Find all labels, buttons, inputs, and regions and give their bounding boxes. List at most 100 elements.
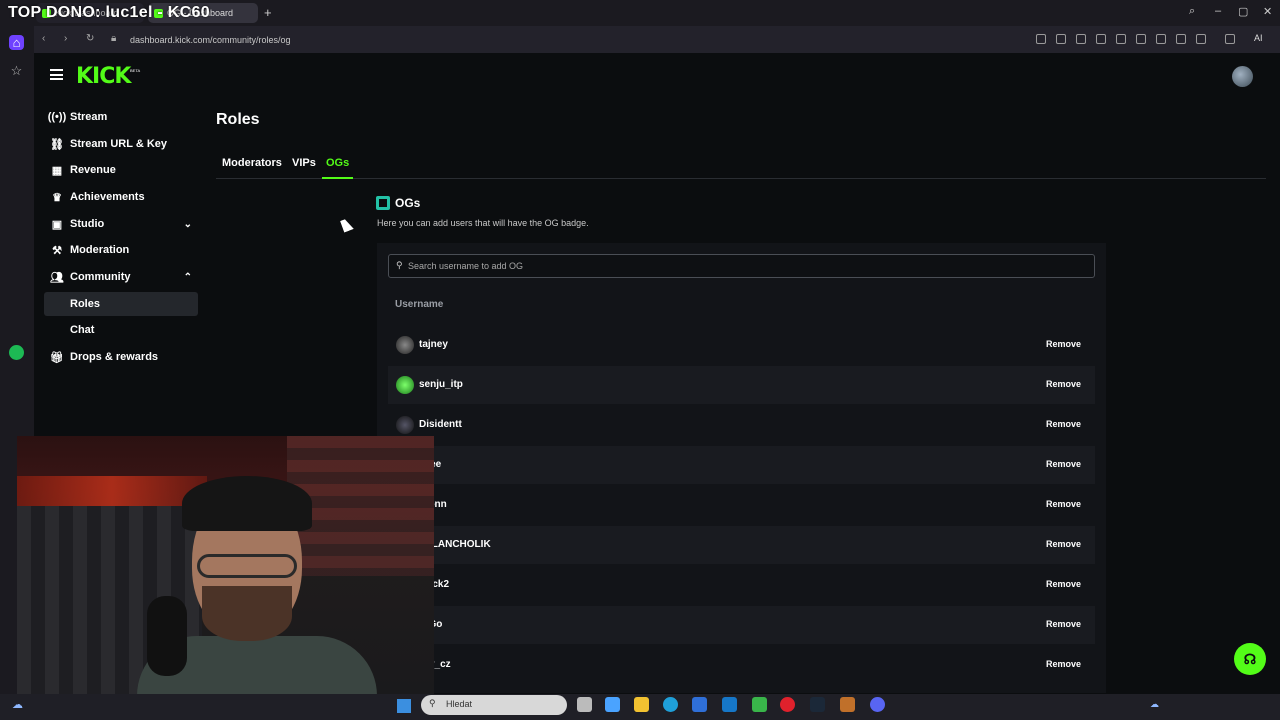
maximize-icon[interactable]: ▢ <box>1238 5 1248 18</box>
table-row: Disidentt Remove <box>388 406 1095 444</box>
store-icon[interactable] <box>692 697 707 712</box>
hammer-icon: ⚒ <box>52 244 62 257</box>
sidebar-item-moderation[interactable]: ⚒ Moderation <box>44 238 198 262</box>
spotify-icon[interactable] <box>9 345 24 360</box>
sidebar-item-drops-rewards[interactable]: 🎁︎ Drops & rewards <box>44 345 198 369</box>
windows-start-icon[interactable] <box>397 699 411 713</box>
sidebar-item-label: Stream <box>70 111 108 123</box>
shield-icon[interactable] <box>1076 34 1086 44</box>
sidebar-item-roles[interactable]: Roles <box>44 292 198 316</box>
remove-button[interactable]: Remove <box>1046 379 1081 389</box>
close-window-icon[interactable]: ✕ <box>1263 5 1272 18</box>
sidebar-item-stream[interactable]: ((•)) Stream <box>44 105 198 129</box>
username: senju_itp <box>419 379 463 390</box>
sidebar-item-chat[interactable]: Chat <box>44 318 198 342</box>
og-badge-icon <box>376 196 390 210</box>
back-icon[interactable]: ‹ <box>42 33 45 44</box>
remove-button[interactable]: Remove <box>1046 539 1081 549</box>
hamburger-menu-icon[interactable] <box>50 69 63 80</box>
menu-icon[interactable] <box>1176 34 1186 44</box>
app-icon[interactable] <box>752 697 767 712</box>
microphone-icon <box>147 596 187 676</box>
broadcast-icon: ((•)) <box>47 111 67 123</box>
ai-button[interactable]: AI <box>1254 33 1263 43</box>
outlook-icon[interactable] <box>722 697 737 712</box>
taskbar-search-label: Hledat <box>446 699 473 709</box>
remove-button[interactable]: Remove <box>1046 659 1081 669</box>
remove-button[interactable]: Remove <box>1046 339 1081 349</box>
remove-button[interactable]: Remove <box>1046 419 1081 429</box>
steam-icon[interactable] <box>810 697 825 712</box>
avatar <box>396 376 414 394</box>
remove-button[interactable]: Remove <box>1046 619 1081 629</box>
search-input[interactable] <box>408 258 1088 274</box>
file-explorer-icon[interactable] <box>634 697 649 712</box>
sidebar-item-label: Studio <box>70 218 105 230</box>
webcam-cap <box>182 476 312 531</box>
sidebar-item-studio[interactable]: ▣ Studio ⌄ <box>44 212 198 236</box>
minimize-icon[interactable]: – <box>1215 5 1221 17</box>
sidebar-item-label: Drops & rewards <box>70 351 159 363</box>
url-field[interactable]: dashboard.kick.com/community/roles/og <box>130 35 291 45</box>
og-section-heading: OGs <box>395 196 421 210</box>
home-icon[interactable]: ⌂ <box>9 35 24 50</box>
cube-icon[interactable] <box>1225 34 1235 44</box>
system-tray-icon[interactable]: ☁ <box>1150 699 1159 710</box>
edit-icon[interactable] <box>1036 34 1046 44</box>
search-tabs-icon[interactable]: ⌕ <box>1189 5 1195 18</box>
sidebar-item-achievements[interactable]: ♛ Achievements <box>44 185 198 209</box>
table-row: rgy_cz Remove <box>388 646 1095 684</box>
user-avatar[interactable] <box>1232 66 1253 87</box>
page-title: Roles <box>216 111 260 128</box>
star-icon[interactable]: ☆ <box>9 63 24 78</box>
play-icon[interactable] <box>1116 34 1126 44</box>
profile-icon[interactable] <box>1196 34 1206 44</box>
studio-icon: ▣ <box>51 218 63 231</box>
tab-vips[interactable]: VIPs <box>292 157 316 169</box>
app-icon[interactable] <box>840 697 855 712</box>
remove-button[interactable]: Remove <box>1046 499 1081 509</box>
discord-icon[interactable] <box>870 697 885 712</box>
kick-header <box>34 53 1280 101</box>
beta-badge: BETA <box>130 68 141 73</box>
wallet-icon: ▦ <box>51 164 63 177</box>
column-header-username: Username <box>395 299 444 310</box>
table-row: rkonn Remove <box>388 486 1095 524</box>
chevron-down-icon[interactable]: ⌄ <box>184 219 192 230</box>
link-icon: ⛓ <box>50 138 64 151</box>
tab-moderators[interactable]: Moderators <box>222 157 282 169</box>
remove-button[interactable]: Remove <box>1046 579 1081 589</box>
username: Disidentt <box>419 419 462 430</box>
table-row: senju_itp Remove <box>388 366 1095 404</box>
support-headset-icon[interactable]: ☊ <box>1234 643 1266 675</box>
remove-button[interactable]: Remove <box>1046 459 1081 469</box>
kick-logo[interactable]: KICK <box>76 64 131 89</box>
table-row: tRick2 Remove <box>388 566 1095 604</box>
forward-icon[interactable]: › <box>64 33 67 44</box>
sidebar-item-label: Moderation <box>70 244 130 256</box>
avatar <box>396 416 414 434</box>
task-view-icon[interactable] <box>577 697 592 712</box>
copilot-icon[interactable] <box>605 697 620 712</box>
tab-ogs[interactable]: OGs <box>326 157 349 169</box>
sidebar-item-label: Community <box>70 271 131 283</box>
download-icon[interactable] <box>1156 34 1166 44</box>
widgets-icon[interactable]: ☁ <box>12 698 23 711</box>
sidebar-item-stream-url-key[interactable]: ⛓ Stream URL & Key <box>44 132 198 156</box>
opera-icon[interactable] <box>780 697 795 712</box>
sidebar-item-community[interactable]: 👥︎ Community ⌃ <box>44 265 198 289</box>
reload-icon[interactable]: ↻ <box>86 33 94 44</box>
stream-overlay-text: TOP DONO: luc1el - KC60 <box>8 4 210 21</box>
webcam-person <box>137 476 377 698</box>
taskbar-search[interactable] <box>421 695 567 715</box>
new-tab-icon[interactable]: + <box>264 5 272 20</box>
edge-icon[interactable] <box>663 697 678 712</box>
chevron-up-icon[interactable]: ⌃ <box>184 272 192 283</box>
sidebar-item-revenue[interactable]: ▦ Revenue <box>44 158 198 182</box>
camera-icon[interactable] <box>1056 34 1066 44</box>
sidebar-item-label: Chat <box>70 324 95 336</box>
extension-icon[interactable] <box>1096 34 1106 44</box>
lock-icon: 🔒︎ <box>111 33 117 44</box>
heart-icon[interactable] <box>1136 34 1146 44</box>
search-icon: ⚲ <box>429 698 436 708</box>
